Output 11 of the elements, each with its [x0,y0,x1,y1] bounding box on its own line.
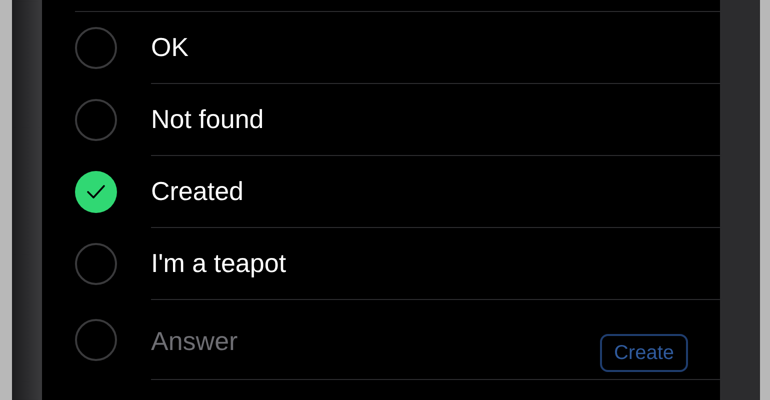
checked-radio[interactable] [75,171,117,213]
option-label: Created [151,175,244,208]
radio-button[interactable] [75,99,117,141]
radio-button[interactable] [75,27,117,69]
option-label: OK [151,31,189,64]
radio-button[interactable] [75,243,117,285]
radio-button[interactable] [75,319,117,361]
checkmark-icon [86,184,106,200]
answer-field[interactable]: Answer [151,318,600,361]
option-label: I'm a teapot [151,247,286,280]
option-label: Not found [151,103,264,136]
